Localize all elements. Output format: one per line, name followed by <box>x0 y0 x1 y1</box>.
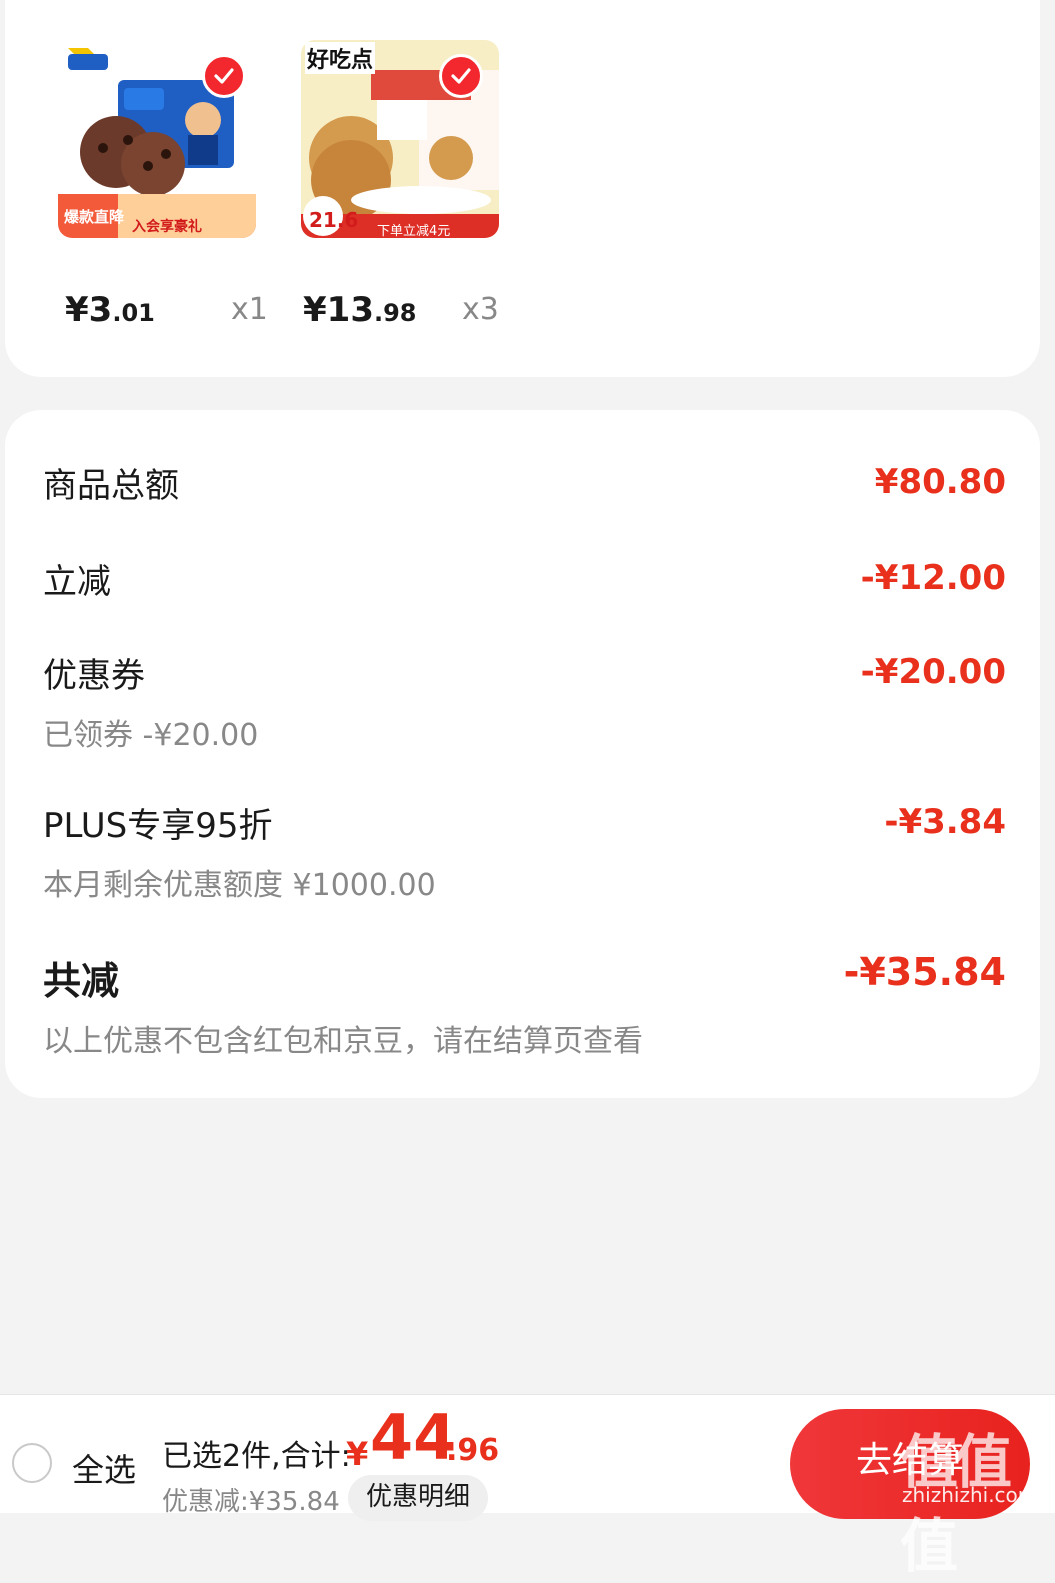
product-price-tag: 21.6 <box>309 208 359 232</box>
instant-discount-label: 立减 <box>43 562 111 602</box>
product-brand-logo: 好吃点 <box>305 42 376 74</box>
goods-total-value: ¥80.80 <box>874 462 1006 502</box>
goods-total-label: 商品总额 <box>43 466 179 506</box>
product-badge-right: 入会享豪礼 <box>132 219 202 235</box>
discount-summary-card: 商品总额 ¥80.80 立减 -¥12.00 优惠券 -¥20.00 已领券 -… <box>5 410 1040 1098</box>
total-decimal: .96 <box>446 1433 500 1468</box>
product-image-2[interactable]: 好吃点 21.6 下单立减4元 <box>301 40 499 238</box>
plus-discount-value: -¥3.84 <box>884 802 1006 842</box>
selected-products-card: 爆款直降 入会享豪礼 ¥3.01 x1 好吃点 21.6 下单立减4元 ¥13.… <box>5 0 1040 377</box>
product-badge-left: 爆款直降 <box>64 208 125 226</box>
total-integer: 44 <box>370 1401 457 1474</box>
product-quantity-1: x1 <box>231 292 268 327</box>
total-discount-label: 共减 <box>43 959 120 1003</box>
total-currency: ¥ <box>346 1435 369 1473</box>
price-integer: ¥13 <box>303 290 374 330</box>
product-quantity-2: x3 <box>462 292 499 327</box>
product-price-1: ¥3.01 <box>65 290 155 330</box>
product-price-2: ¥13.98 <box>303 290 417 330</box>
watermark-url: zhizhizhi.com <box>902 1483 1038 1507</box>
plus-discount-label: PLUS专享95折 <box>43 806 273 846</box>
product-footer-text: 下单立减4元 <box>377 224 451 238</box>
discount-amount-text: 优惠减:¥35.84 <box>162 1487 340 1517</box>
instant-discount-value: -¥12.00 <box>860 558 1006 598</box>
product-image-1[interactable]: 爆款直降 入会享豪礼 <box>58 40 256 238</box>
discount-note: 以上优惠不包含红包和京豆，请在结算页查看 <box>43 1024 643 1059</box>
price-decimal: .98 <box>373 299 417 327</box>
coupon-label: 优惠券 <box>43 656 145 696</box>
price-integer: ¥3 <box>65 290 113 330</box>
plus-quota-sub: 本月剩余优惠额度 ¥1000.00 <box>43 868 436 903</box>
price-decimal: .01 <box>112 299 155 327</box>
select-all-label[interactable]: 全选 <box>72 1445 136 1491</box>
total-discount-value: -¥35.84 <box>843 950 1006 994</box>
selected-check-icon[interactable] <box>202 54 246 98</box>
checkout-bar: 全选 已选2件,合计: ¥ 44 .96 优惠减:¥35.84 优惠明细 去结算… <box>0 1394 1055 1580</box>
selected-count-text: 已选2件,合计: <box>162 1439 351 1474</box>
discount-detail-button[interactable]: 优惠明细 <box>348 1475 488 1521</box>
coupon-sub: 已领券 -¥20.00 <box>43 718 259 753</box>
selected-check-icon[interactable] <box>439 54 483 98</box>
select-all-radio[interactable] <box>12 1443 52 1483</box>
coupon-value: -¥20.00 <box>860 652 1006 692</box>
